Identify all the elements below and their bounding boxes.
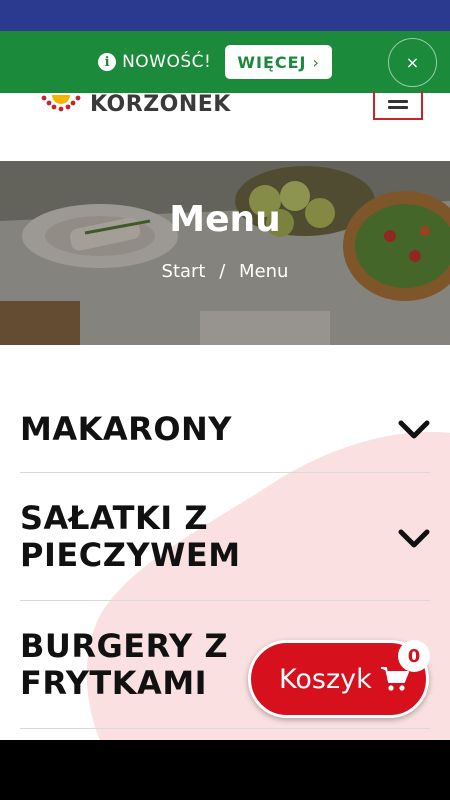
promo-banner: i NOWOŚĆ! WIĘCEJ › × xyxy=(0,31,450,93)
hamburger-line xyxy=(388,106,408,109)
chevron-down-icon xyxy=(398,529,430,548)
category-label: SAŁATKI Z PIECZYWEM xyxy=(20,499,241,574)
logo-text: KORZONEK xyxy=(90,92,231,117)
breadcrumb-separator: / xyxy=(219,261,226,282)
category-salatki[interactable]: SAŁATKI Z PIECZYWEM xyxy=(20,473,430,601)
site-header: KORZONEK xyxy=(0,91,450,161)
system-navigation-bar xyxy=(0,740,450,800)
promo-text: NOWOŚĆ! xyxy=(122,52,212,72)
hamburger-menu-button[interactable] xyxy=(373,91,423,120)
hero-banner: Menu Start / Menu xyxy=(0,161,450,345)
close-icon: × xyxy=(405,53,420,72)
system-status-bar xyxy=(0,0,450,31)
promo-content: i NOWOŚĆ! WIĘCEJ › xyxy=(98,45,332,79)
breadcrumb: Start / Menu xyxy=(0,261,450,282)
chevron-right-icon: › xyxy=(312,52,320,72)
logo[interactable]: KORZONEK xyxy=(40,93,231,117)
breadcrumb-current: Menu xyxy=(239,261,289,282)
breadcrumb-start-link[interactable]: Start xyxy=(162,261,206,282)
cart-label: Koszyk xyxy=(279,663,372,695)
logo-sun-icon xyxy=(41,95,81,112)
cart-count-badge: 0 xyxy=(398,640,430,672)
category-label: MAKARONY xyxy=(20,410,232,448)
promo-more-label: WIĘCEJ xyxy=(237,52,307,72)
info-icon: i xyxy=(98,53,117,71)
page-title: Menu xyxy=(169,199,281,240)
hamburger-line xyxy=(388,100,408,103)
category-makarony[interactable]: MAKARONY xyxy=(20,345,430,473)
promo-close-button[interactable]: × xyxy=(388,38,437,87)
hero-background-image xyxy=(0,161,450,345)
chevron-down-icon xyxy=(398,420,430,439)
promo-more-button[interactable]: WIĘCEJ › xyxy=(225,45,332,79)
